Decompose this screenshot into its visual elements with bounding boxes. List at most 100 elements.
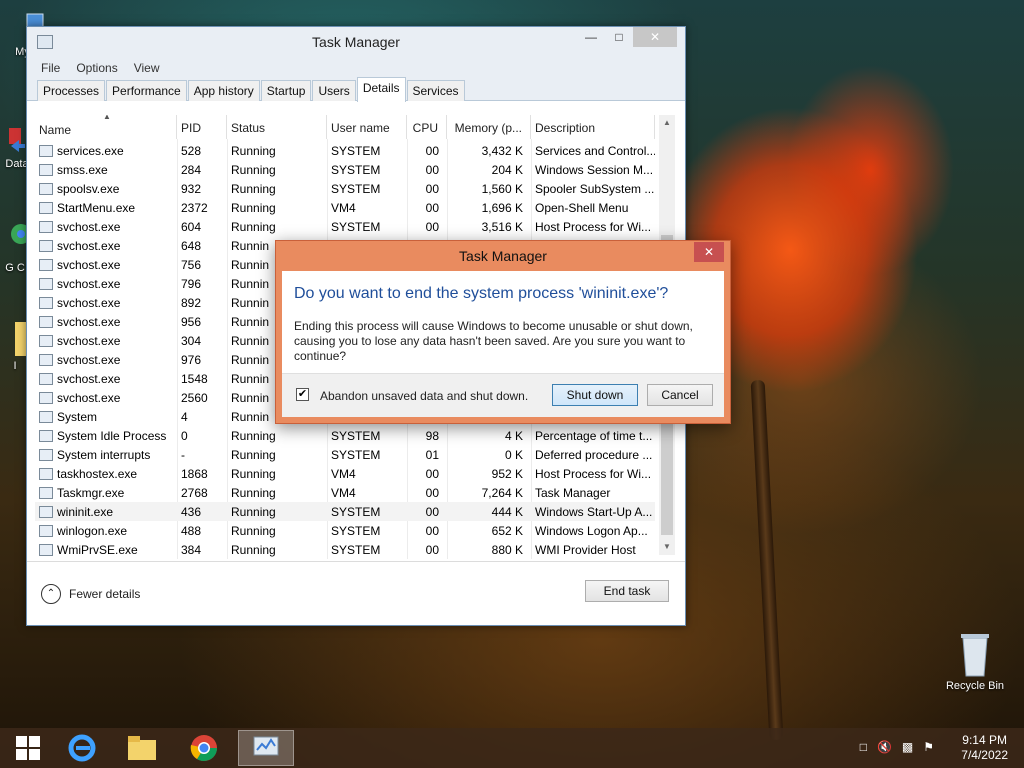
dialog-title: Task Manager: [459, 248, 547, 264]
dialog-body: Do you want to end the system process 'w…: [282, 271, 724, 417]
taskbar-file-explorer[interactable]: [114, 730, 170, 766]
cell-cpu: 00: [425, 143, 439, 158]
taskbar-internet-explorer[interactable]: [54, 730, 110, 766]
table-row[interactable]: System interrupts - Running SYSTEM 01 0 K Defe…: [35, 445, 655, 464]
menu-options[interactable]: Options: [76, 61, 117, 75]
taskbar-task-manager[interactable]: [238, 730, 294, 766]
cell-pid: 284: [181, 162, 202, 177]
process-name: StartMenu.exe: [57, 200, 136, 215]
cell-status: Running: [231, 162, 276, 177]
tab-performance[interactable]: Performance: [106, 80, 187, 101]
cell-name: spoolsv.exe: [35, 182, 177, 196]
network-disconnected-icon[interactable]: ▩: [902, 740, 913, 754]
cell-desc: Host Process for Wi...: [535, 466, 652, 481]
cell-desc: Services and Control...: [535, 143, 655, 158]
start-button[interactable]: [0, 730, 56, 766]
scroll-up-arrow-icon[interactable]: ▲: [659, 115, 675, 131]
cell-name: services.exe: [35, 144, 177, 158]
scroll-down-arrow-icon[interactable]: ▼: [659, 539, 675, 555]
table-row[interactable]: System Idle Process 0 Running SYSTEM 98 4 K Pe…: [35, 426, 655, 445]
title-bar[interactable]: Task Manager — □ ✕: [27, 27, 685, 57]
taskbar-chrome[interactable]: [176, 730, 232, 766]
process-icon: [39, 353, 53, 366]
menu-file[interactable]: File: [41, 61, 60, 75]
column-header-description[interactable]: Description: [531, 115, 655, 139]
tab-processes[interactable]: Processes: [37, 80, 106, 101]
tab-services[interactable]: Services: [406, 80, 465, 101]
table-row[interactable]: taskhostex.exe 1868 Running VM4 00 952 K Host …: [35, 464, 655, 483]
cell-status: Running: [231, 542, 276, 557]
cancel-button[interactable]: Cancel: [647, 384, 713, 406]
column-header-pid[interactable]: PID: [177, 115, 227, 139]
internet-explorer-icon: [68, 734, 96, 762]
table-row[interactable]: WmiPrvSE.exe 384 Running SYSTEM 00 880 K WMI P…: [35, 540, 655, 559]
table-row[interactable]: winlogon.exe 488 Running SYSTEM 00 652 K Windo…: [35, 521, 655, 540]
process-name: svchost.exe: [57, 390, 121, 405]
cell-status: Running: [231, 219, 276, 234]
process-name: WmiPrvSE.exe: [57, 542, 138, 557]
process-icon: [39, 391, 53, 404]
table-row[interactable]: services.exe 528 Running SYSTEM 00 3,432 K Ser…: [35, 141, 655, 160]
clock[interactable]: 9:14 PM 7/4/2022: [961, 733, 1008, 763]
cell-user: SYSTEM: [331, 181, 381, 196]
minimize-button[interactable]: —: [577, 27, 605, 47]
tab-app-history[interactable]: App history: [187, 80, 260, 101]
tab-startup[interactable]: Startup: [260, 80, 312, 101]
cell-desc: Windows Session M...: [535, 162, 654, 177]
cell-name: StartMenu.exe: [35, 201, 177, 215]
task-manager-icon: [253, 736, 279, 756]
table-row[interactable]: StartMenu.exe 2372 Running VM4 00 1,696 K Open…: [35, 198, 655, 217]
cell-cpu: 00: [425, 504, 439, 519]
cell-pid: 2768: [181, 485, 208, 500]
table-row[interactable]: smss.exe 284 Running SYSTEM 00 204 K Windows S…: [35, 160, 655, 179]
cell-user: VM4: [331, 485, 356, 500]
cell-cpu: 98: [425, 428, 439, 443]
end-process-dialog: Task Manager ✕ Do you want to end the sy…: [275, 240, 731, 424]
process-name: wininit.exe: [57, 504, 114, 519]
column-header-cpu[interactable]: CPU: [407, 115, 447, 139]
process-name: svchost.exe: [57, 257, 121, 272]
dialog-title-bar[interactable]: Task Manager ✕: [276, 241, 730, 271]
table-row[interactable]: svchost.exe 604 Running SYSTEM 00 3,516 K Host…: [35, 217, 655, 236]
table-row[interactable]: Taskmgr.exe 2768 Running VM4 00 7,264 K Task M…: [35, 483, 655, 502]
table-row[interactable]: wininit.exe 436 Running SYSTEM 00 444 K Window…: [35, 502, 655, 521]
action-center-icon[interactable]: □: [860, 740, 867, 754]
process-name: Taskmgr.exe: [57, 485, 125, 500]
cell-user: SYSTEM: [331, 447, 381, 462]
process-icon: [39, 486, 53, 499]
cell-user: SYSTEM: [331, 428, 381, 443]
close-button[interactable]: ✕: [633, 27, 677, 47]
end-task-button[interactable]: End task: [585, 580, 669, 602]
cell-user: VM4: [331, 466, 356, 481]
cell-user: VM4: [331, 200, 356, 215]
abandon-data-label[interactable]: Abandon unsaved data and shut down.: [320, 389, 528, 403]
maximize-button[interactable]: □: [605, 27, 633, 47]
tab-details[interactable]: Details: [356, 77, 406, 102]
volume-muted-icon[interactable]: 🔇: [877, 740, 892, 754]
menu-view[interactable]: View: [134, 61, 160, 75]
cell-desc: Spooler SubSystem ...: [535, 181, 655, 196]
column-header-status[interactable]: Status: [227, 115, 327, 139]
desktop-icon-recycle-bin[interactable]: Recycle Bin: [940, 630, 1010, 692]
shut-down-button[interactable]: Shut down: [552, 384, 638, 406]
recycle-bin-icon: [961, 634, 989, 677]
taskbar: □ 🔇 ▩ ⚑ 9:14 PM 7/4/2022: [0, 728, 1024, 768]
column-header-name[interactable]: ▲ Name: [35, 115, 177, 139]
cell-desc: WMI Provider Host: [535, 542, 636, 557]
cell-mem: 7,264 K: [481, 485, 523, 500]
system-tray: □ 🔇 ▩ ⚑: [860, 740, 934, 754]
wallpaper-flower-stem: [750, 379, 784, 741]
flag-icon[interactable]: ⚑: [923, 740, 934, 754]
column-header-user-name[interactable]: User name: [327, 115, 407, 139]
column-header-memory[interactable]: Memory (p...: [447, 115, 531, 139]
cell-status: Running: [231, 181, 276, 196]
abandon-data-checkbox[interactable]: ✔: [296, 388, 309, 401]
table-row[interactable]: spoolsv.exe 932 Running SYSTEM 00 1,560 K Spoo…: [35, 179, 655, 198]
footer: ⌃ Fewer details End task: [27, 561, 685, 625]
cell-desc: Open-Shell Menu: [535, 200, 629, 215]
dialog-close-button[interactable]: ✕: [694, 242, 724, 262]
cell-status: Running: [231, 200, 276, 215]
fewer-details-toggle[interactable]: ⌃ Fewer details: [41, 584, 140, 604]
tab-users[interactable]: Users: [312, 80, 356, 101]
cell-pid: 956: [181, 314, 202, 329]
